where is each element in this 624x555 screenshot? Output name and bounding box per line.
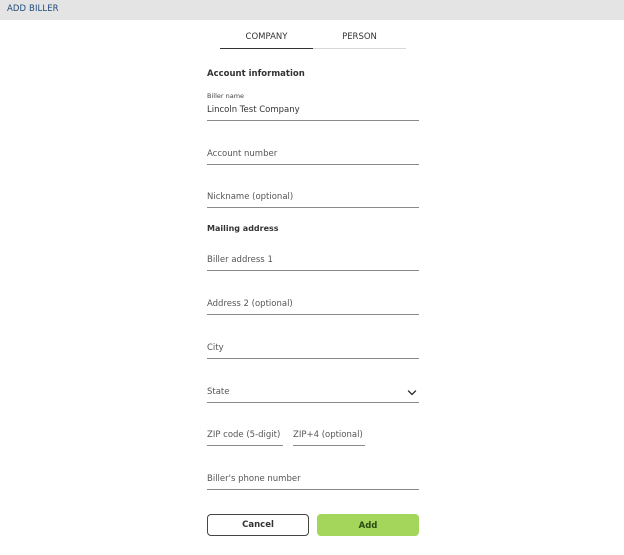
add-button[interactable]: Add	[317, 514, 419, 536]
page-title: ADD BILLER	[7, 4, 59, 14]
city-placeholder: City	[207, 343, 224, 353]
biller-name-value: Lincoln Test Company	[207, 105, 300, 115]
page-header: ADD BILLER	[0, 0, 624, 20]
nickname-placeholder: Nickname (optional)	[207, 192, 294, 202]
biller-name-label: Biller name	[207, 92, 245, 100]
chevron-down-icon	[407, 390, 417, 396]
phone-number-placeholder: Biller's phone number	[207, 474, 301, 484]
tab-company[interactable]: COMPANY	[220, 27, 313, 49]
mailing-address-heading: Mailing address	[207, 224, 279, 233]
address-2-field[interactable]: Address 2 (optional)	[207, 290, 419, 315]
account-information-heading: Account information	[207, 69, 305, 79]
phone-number-field[interactable]: Biller's phone number	[207, 465, 419, 490]
biller-name-field[interactable]: Biller name Lincoln Test Company	[207, 92, 419, 121]
account-number-field[interactable]: Account number	[207, 140, 419, 165]
account-number-placeholder: Account number	[207, 149, 278, 159]
state-placeholder: State	[207, 387, 230, 397]
biller-address-1-placeholder: Biller address 1	[207, 255, 273, 265]
address-2-placeholder: Address 2 (optional)	[207, 299, 293, 309]
cancel-button[interactable]: Cancel	[207, 514, 309, 536]
zip4-placeholder: ZIP+4 (optional)	[293, 430, 363, 440]
state-select[interactable]: State	[207, 378, 419, 403]
zip4-field[interactable]: ZIP+4 (optional)	[293, 421, 365, 446]
zip-code-field[interactable]: ZIP code (5-digit)	[207, 421, 283, 446]
tab-person[interactable]: PERSON	[313, 27, 406, 49]
city-field[interactable]: City	[207, 334, 419, 359]
nickname-field[interactable]: Nickname (optional)	[207, 183, 419, 208]
biller-address-1-field[interactable]: Biller address 1	[207, 246, 419, 271]
zip-code-placeholder: ZIP code (5-digit)	[207, 430, 281, 440]
